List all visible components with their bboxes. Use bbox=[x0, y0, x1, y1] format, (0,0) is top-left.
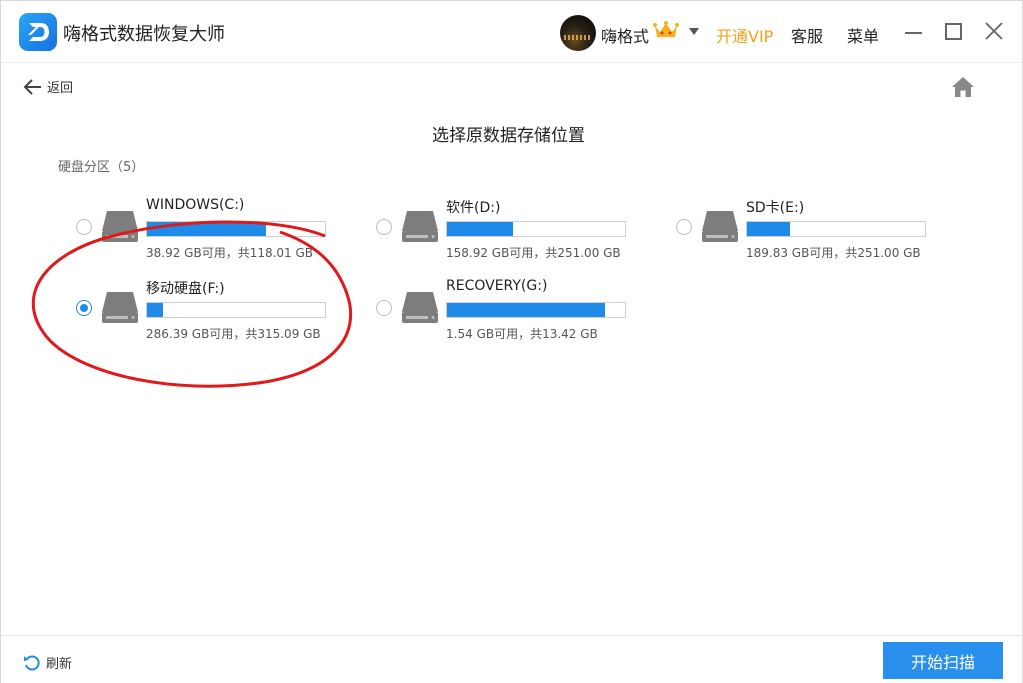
drive-usage-fill bbox=[447, 222, 513, 236]
refresh-icon bbox=[24, 654, 40, 670]
annotation-ellipse bbox=[31, 220, 353, 388]
drive-name: 软件(D:) bbox=[446, 200, 501, 216]
hard-drive-icon bbox=[402, 292, 438, 323]
drive-usage-fill bbox=[447, 303, 605, 317]
crown-icon bbox=[653, 21, 679, 37]
back-label: 返回 bbox=[47, 81, 74, 96]
drive-item-e[interactable]: SD卡(E:) 189.83 GB可用，共251.00 GB bbox=[676, 197, 956, 260]
title-bar: 嗨格式数据恢复大师 嗨格式 开通VIP 客服 菜单 bbox=[1, 1, 1022, 63]
hard-drive-icon bbox=[702, 211, 738, 242]
drive-radio-d[interactable] bbox=[376, 219, 392, 235]
page-title: 选择原数据存储位置 bbox=[432, 126, 585, 146]
start-scan-button[interactable]: 开始扫描 bbox=[883, 642, 1003, 679]
drive-usage-fill bbox=[747, 222, 790, 236]
drive-radio-e[interactable] bbox=[676, 219, 692, 235]
username[interactable]: 嗨格式 bbox=[601, 23, 649, 47]
avatar[interactable] bbox=[560, 15, 596, 51]
section-label-disk-partitions: 硬盘分区（5） bbox=[58, 160, 145, 175]
refresh-button[interactable]: 刷新 bbox=[23, 653, 72, 672]
drive-name: SD卡(E:) bbox=[746, 200, 805, 216]
home-icon[interactable] bbox=[951, 76, 975, 98]
drive-size-text: 158.92 GB可用，共251.00 GB bbox=[446, 246, 621, 260]
drive-usage-bar bbox=[446, 302, 626, 318]
drive-radio-g[interactable] bbox=[376, 300, 392, 316]
vip-button[interactable]: 开通VIP bbox=[716, 23, 773, 47]
drive-size-text: 189.83 GB可用，共251.00 GB bbox=[746, 246, 921, 260]
drive-usage-bar bbox=[446, 221, 626, 237]
close-icon[interactable] bbox=[984, 21, 1004, 41]
drive-name: RECOVERY(G:) bbox=[446, 278, 548, 294]
bottom-bar: 刷新 开始扫描 bbox=[1, 635, 1022, 683]
customer-service-button[interactable]: 客服 bbox=[791, 23, 823, 47]
back-button[interactable]: 返回 bbox=[23, 77, 73, 96]
hard-drive-icon bbox=[402, 211, 438, 242]
menu-button[interactable]: 菜单 bbox=[847, 23, 879, 47]
user-dropdown-caret-icon[interactable] bbox=[689, 28, 699, 35]
drive-usage-bar bbox=[746, 221, 926, 237]
app-title: 嗨格式数据恢复大师 bbox=[63, 24, 225, 45]
drive-item-d[interactable]: 软件(D:) 158.92 GB可用，共251.00 GB bbox=[376, 197, 656, 260]
arrow-left-icon bbox=[23, 78, 41, 95]
drive-name: WINDOWS(C:) bbox=[146, 197, 245, 213]
refresh-label: 刷新 bbox=[46, 657, 73, 672]
minimize-icon[interactable] bbox=[905, 32, 922, 34]
drive-size-text: 1.54 GB可用，共13.42 GB bbox=[446, 327, 598, 341]
app-logo-icon bbox=[19, 13, 57, 51]
app-window: 嗨格式数据恢复大师 嗨格式 开通VIP 客服 菜单 返回 选择原数据存储位置 硬… bbox=[0, 0, 1023, 683]
maximize-icon[interactable] bbox=[945, 23, 962, 40]
drive-item-g[interactable]: RECOVERY(G:) 1.54 GB可用，共13.42 GB bbox=[376, 278, 656, 341]
